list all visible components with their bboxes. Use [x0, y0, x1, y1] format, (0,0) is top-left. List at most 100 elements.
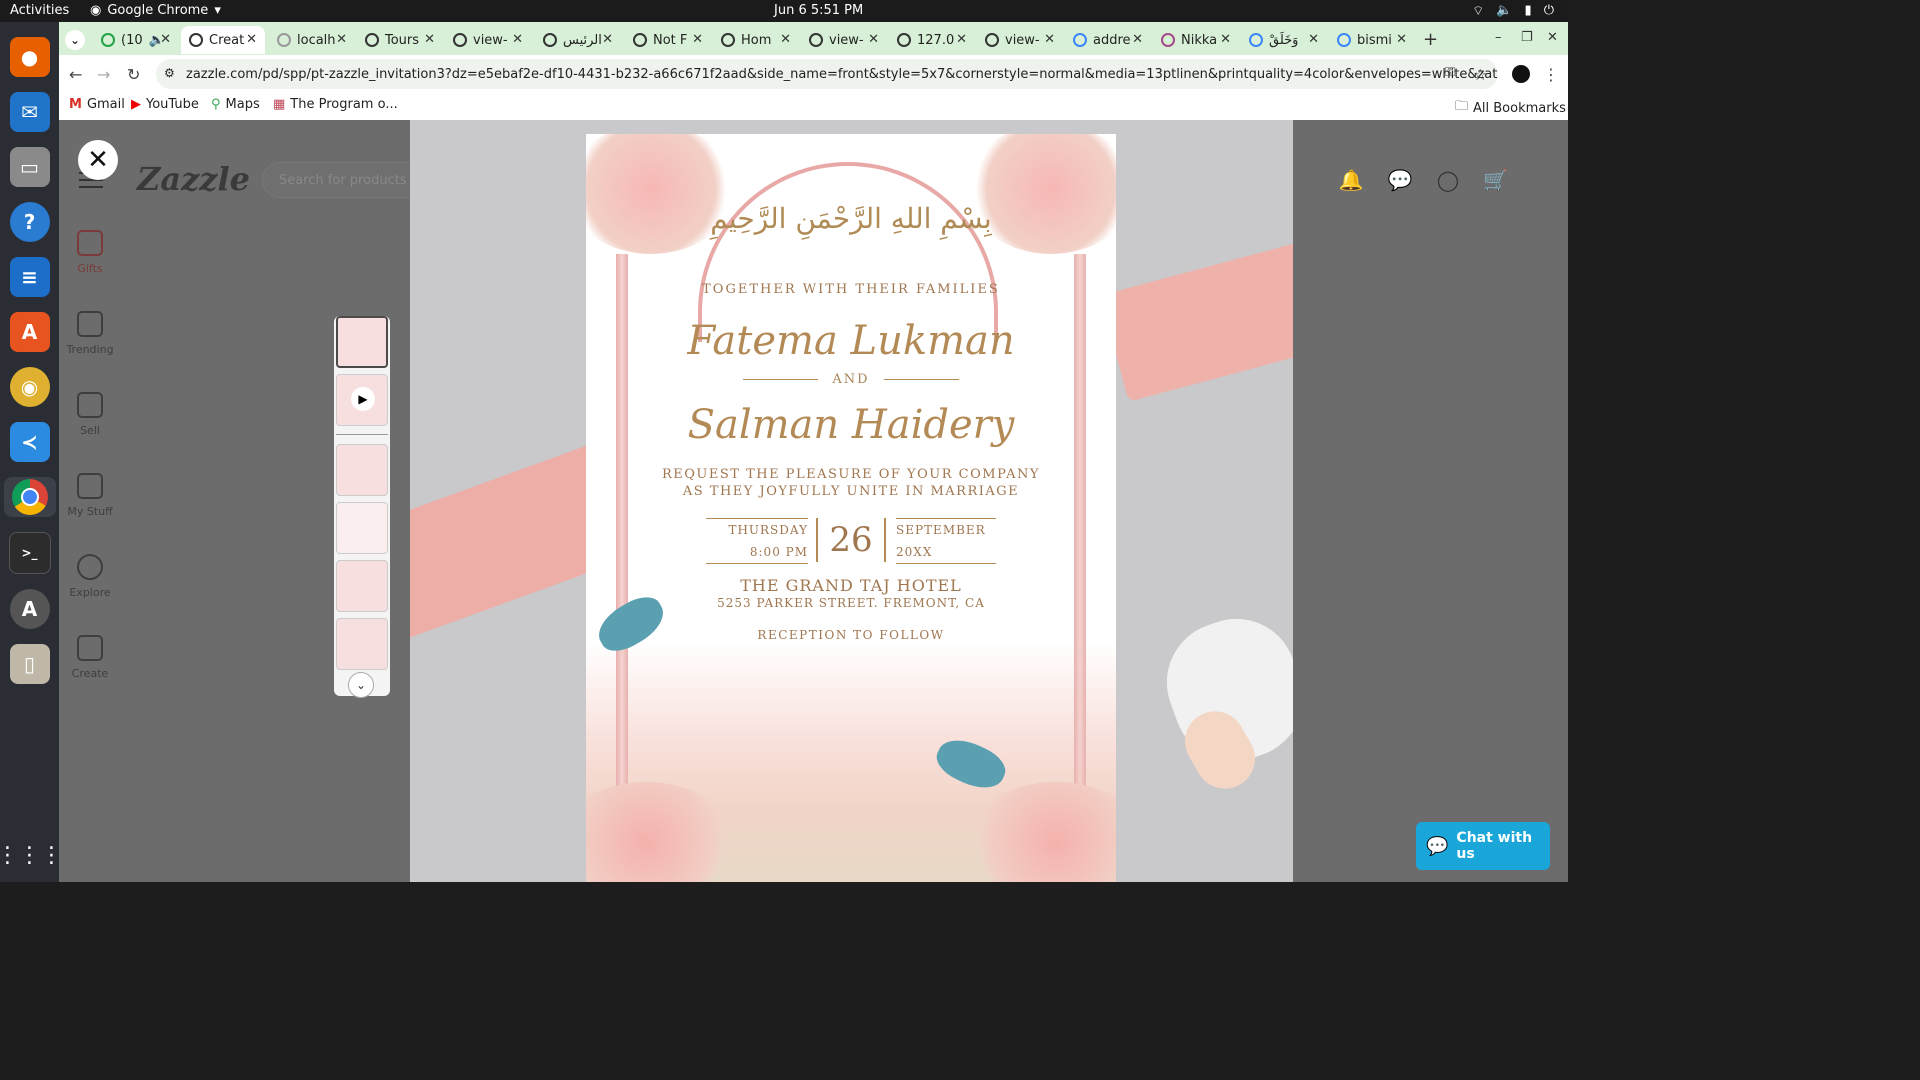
sidebar-item-sell[interactable]: Sell [59, 392, 121, 437]
sidebar-item-trending[interactable]: Trending [59, 311, 121, 356]
tab-2[interactable]: localh ✕ [269, 26, 355, 54]
thumbnail-view[interactable] [336, 560, 388, 612]
new-tab-icon[interactable]: + [1423, 29, 1438, 50]
writer-icon[interactable]: ≡ [9, 257, 50, 297]
clock[interactable]: Jun 6 5:51 PM [774, 3, 863, 18]
files-icon[interactable]: ▭ [9, 147, 50, 187]
thumbnail-view[interactable] [336, 618, 388, 670]
back-icon[interactable]: ← [69, 65, 82, 84]
updater-icon[interactable]: A [9, 589, 50, 629]
tab-7[interactable]: Hom ✕ [713, 26, 799, 54]
account-icon[interactable]: ◯ [1437, 168, 1459, 192]
tab-13[interactable]: وَخَلَقْ ✕ [1241, 26, 1327, 54]
app-menu[interactable]: ◉ Google Chrome ▾ [90, 3, 221, 18]
tab-0[interactable]: (10 🔈 ✕ [93, 26, 179, 54]
close-window-icon[interactable]: ✕ [1547, 30, 1558, 45]
minimize-icon[interactable]: – [1495, 30, 1502, 45]
tab-label: Hom [741, 32, 772, 48]
vscode-icon[interactable]: ≺ [9, 422, 50, 462]
cart-icon[interactable]: 🛒 [1483, 168, 1508, 192]
tab-8[interactable]: view- ✕ [801, 26, 887, 54]
thunderbird-icon[interactable]: ✉ [9, 92, 50, 132]
profile-avatar[interactable] [1512, 65, 1530, 83]
bride-name: Fatema Lukman [687, 318, 1015, 364]
notifications-bell-icon[interactable]: 🔔 [1339, 168, 1364, 192]
scroll-down-chevron-icon[interactable]: ⌄ [348, 672, 374, 698]
close-tab-icon[interactable]: ✕ [160, 32, 171, 47]
bookmark-youtube[interactable]: ▶ YouTube [131, 97, 199, 112]
close-tab-icon[interactable]: ✕ [956, 32, 967, 47]
tab-10[interactable]: view- ✕ [977, 26, 1063, 54]
close-tab-icon[interactable]: ✕ [692, 32, 703, 47]
sidebar-item-gifts[interactable]: Gifts [59, 230, 121, 275]
tab-search-icon[interactable]: ⌄ [65, 30, 85, 50]
activities-button[interactable]: Activities [10, 3, 69, 18]
close-tab-icon[interactable]: ✕ [1044, 32, 1055, 47]
image-lightbox: بِسْمِ اللهِ الرَّحْمَنِ الرَّحِيمِ TOGE… [410, 120, 1293, 882]
bookmark-label: Gmail [86, 97, 125, 112]
bookmark-program[interactable]: ▦ The Program o... [273, 97, 398, 112]
chat-with-us-button[interactable]: 💬 Chat with us [1416, 822, 1550, 870]
sidebar-item-create[interactable]: Create [59, 635, 121, 680]
terminal-icon[interactable]: >_ [8, 532, 51, 574]
bookmark-label: Maps [225, 97, 260, 112]
close-tab-icon[interactable]: ✕ [868, 32, 879, 47]
restore-icon[interactable]: ❐ [1521, 30, 1533, 45]
address-bar[interactable]: ⚙ zazzle.com/pd/spp/pt-zazzle_invitation… [156, 59, 1498, 89]
chrome-menu-icon[interactable]: ⋮ [1543, 65, 1559, 84]
gift-icon [77, 230, 103, 256]
thumbnail-front[interactable] [336, 316, 388, 368]
system-tray[interactable]: ⌔ 🔈 ▮ ⏻ [1472, 3, 1554, 19]
tab-1[interactable]: Creat ✕ [181, 26, 265, 54]
tab-6[interactable]: Not F ✕ [625, 26, 711, 54]
sidebar-label: Explore [69, 586, 111, 599]
sidebar-item-explore[interactable]: Explore [59, 554, 121, 599]
url-text: zazzle.com/pd/spp/pt-zazzle_invitation3?… [186, 66, 1498, 82]
bookmark-maps[interactable]: ⚲ Maps [211, 97, 260, 112]
chevron-down-icon: ▾ [214, 3, 221, 18]
tab-11[interactable]: addre ✕ [1065, 26, 1151, 54]
help-icon[interactable]: ? [9, 202, 50, 242]
thumbnail-divider [336, 434, 388, 435]
close-icon[interactable]: ✕ [78, 140, 118, 180]
forward-icon[interactable]: → [97, 65, 110, 84]
all-bookmarks[interactable]: 🗀 All Bookmarks [1455, 97, 1566, 119]
thumbnail-video[interactable]: ▶ [336, 374, 388, 426]
tab-3[interactable]: Tours ✕ [357, 26, 443, 54]
close-tab-icon[interactable]: ✕ [512, 32, 523, 47]
reload-icon[interactable]: ↻ [127, 65, 140, 84]
close-tab-icon[interactable]: ✕ [780, 32, 791, 47]
bookmark-star-icon[interactable]: ☆ [1473, 65, 1487, 84]
close-tab-icon[interactable]: ✕ [1220, 32, 1231, 47]
tab-14[interactable]: bismi ✕ [1329, 26, 1415, 54]
zazzle-logo[interactable]: Zazzle [137, 160, 250, 198]
tab-12[interactable]: Nikka ✕ [1153, 26, 1239, 54]
close-tab-icon[interactable]: ✕ [1132, 32, 1143, 47]
show-apps-icon[interactable]: ⋮⋮⋮ [0, 843, 63, 868]
bookmark-gmail[interactable]: M Gmail [69, 97, 125, 112]
messages-icon[interactable]: 💬 [1388, 168, 1413, 192]
close-tab-icon[interactable]: ✕ [1396, 32, 1407, 47]
thumbnail-view[interactable] [336, 502, 388, 554]
site-info-icon[interactable]: ⚙ [164, 66, 175, 80]
folder-icon: 🗀 [1455, 99, 1469, 114]
chrome-icon[interactable] [3, 477, 56, 517]
firefox-icon[interactable]: ● [9, 37, 50, 77]
close-tab-icon[interactable]: ✕ [602, 32, 613, 47]
system-top-bar: Activities ◉ Google Chrome ▾ Jun 6 5:51 … [0, 0, 1568, 22]
close-tab-icon[interactable]: ✕ [1308, 32, 1319, 47]
create-wand-icon [77, 635, 103, 661]
archive-icon[interactable]: ▯ [9, 644, 50, 684]
tab-4[interactable]: view- ✕ [445, 26, 531, 54]
tab-9[interactable]: 127.0 ✕ [889, 26, 975, 54]
close-tab-icon[interactable]: ✕ [246, 32, 257, 47]
thumbnail-view[interactable] [336, 444, 388, 496]
rhythmbox-icon[interactable]: ◉ [9, 367, 50, 407]
sidebar-item-my-stuff[interactable]: My Stuff [59, 473, 121, 518]
password-key-icon[interactable]: ⚿ [1445, 65, 1455, 80]
tab-5[interactable]: الرئيس ✕ [535, 26, 621, 54]
software-icon[interactable]: A [9, 312, 50, 352]
close-tab-icon[interactable]: ✕ [336, 32, 347, 47]
close-tab-icon[interactable]: ✕ [424, 32, 435, 47]
tab-label: localh [297, 32, 336, 48]
